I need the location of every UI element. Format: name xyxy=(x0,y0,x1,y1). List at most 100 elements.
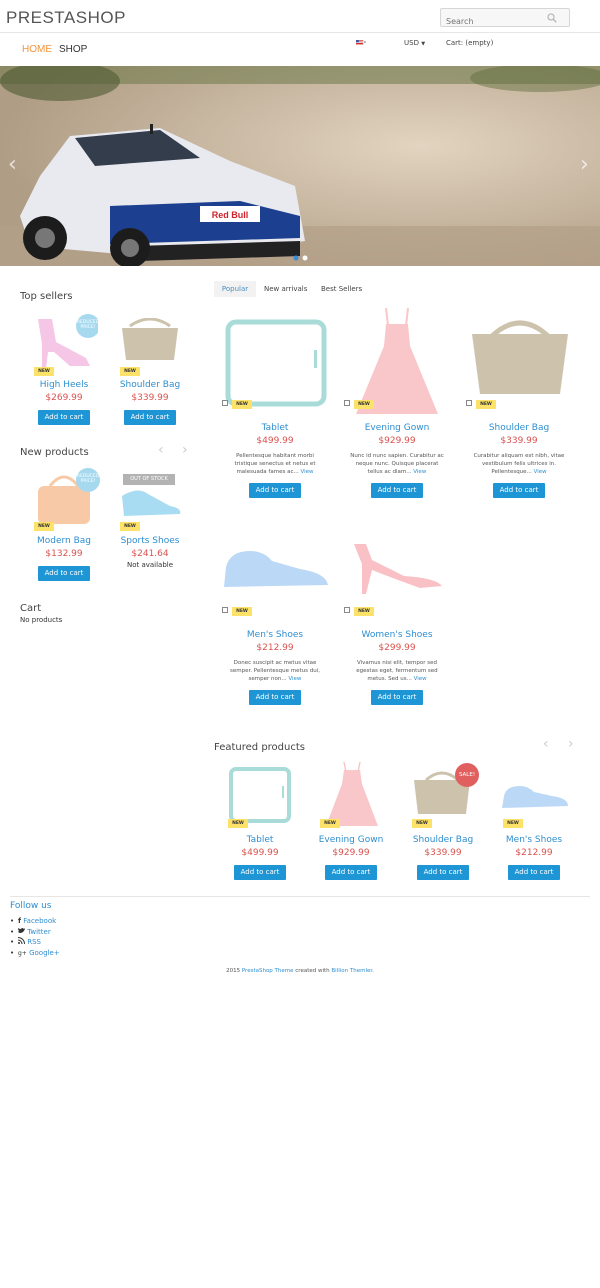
add-to-cart-button[interactable]: Add to cart xyxy=(124,410,176,425)
product-name[interactable]: High Heels xyxy=(24,380,104,390)
product-price: $929.99 xyxy=(332,848,370,858)
mens-shoes-image[interactable] xyxy=(500,782,570,812)
social-link-twitter[interactable]: • Twitter xyxy=(10,927,60,938)
reduced-price-sticker: REDUCED PRICE! xyxy=(76,474,100,484)
tablet-image[interactable] xyxy=(228,766,292,824)
compare-checkbox[interactable] xyxy=(466,400,472,406)
prev-arrow-icon[interactable]: ‹ xyxy=(158,442,164,458)
add-to-cart-button[interactable]: Add to cart xyxy=(249,690,301,705)
caret-down-icon: ▼ xyxy=(421,41,426,47)
prev-arrow-icon[interactable]: ‹ xyxy=(543,736,549,752)
add-to-cart-button[interactable]: Add to cart xyxy=(508,865,560,880)
google-plus-icon: g+ xyxy=(18,949,27,957)
compare-checkbox[interactable] xyxy=(222,607,228,613)
product-name[interactable]: Tablet xyxy=(225,423,325,433)
add-to-cart-button[interactable]: Add to cart xyxy=(371,483,423,498)
shoulder-bag-image[interactable] xyxy=(118,318,182,364)
compare-checkbox[interactable] xyxy=(344,607,350,613)
next-arrow-icon[interactable]: › xyxy=(182,442,188,458)
product-name[interactable]: Tablet xyxy=(220,835,300,845)
womens-shoes-image[interactable] xyxy=(350,540,444,596)
product-name[interactable]: Women's Shoes xyxy=(347,630,447,640)
tab-popular[interactable]: Popular xyxy=(214,281,256,297)
brand-logo[interactable]: PRESTASHOP xyxy=(6,8,126,28)
billion-themler-link[interactable]: Billion Themler xyxy=(331,968,372,974)
cart-summary[interactable]: Cart: (empty) xyxy=(446,39,493,47)
add-to-cart-button[interactable]: Add to cart xyxy=(249,483,301,498)
product-name[interactable]: Shoulder Bag xyxy=(403,835,483,845)
add-to-cart-button[interactable]: Add to cart xyxy=(38,566,90,581)
facebook-icon: f xyxy=(18,917,22,925)
language-flag-icon[interactable] xyxy=(356,40,366,46)
shoulder-bag-image[interactable] xyxy=(470,318,570,396)
tab-best-sellers[interactable]: Best Sellers xyxy=(321,281,362,297)
new-products-title: New products xyxy=(20,447,89,458)
out-of-stock-label: OUT OF STOCK xyxy=(123,474,175,485)
view-link[interactable]: View xyxy=(534,469,547,475)
product-price: $241.64 xyxy=(131,549,169,559)
social-link-google-plus[interactable]: • g+ Google+ xyxy=(10,948,60,959)
search-box xyxy=(440,8,570,30)
search-icon[interactable] xyxy=(547,13,557,23)
social-link-facebook[interactable]: • f Facebook xyxy=(10,916,60,927)
description-text: Curabitur aliquam est nibh, vitae vestib… xyxy=(473,453,565,475)
evening-gown-image[interactable] xyxy=(324,760,380,828)
new-badge: NEW xyxy=(232,400,252,409)
currency-selector[interactable]: USD ▼ xyxy=(404,39,425,47)
product-price: $499.99 xyxy=(241,848,279,858)
social-link-rss[interactable]: • RSS xyxy=(10,937,60,948)
new-badge: NEW xyxy=(34,522,54,531)
add-to-cart-button[interactable]: Add to cart xyxy=(371,690,423,705)
view-link[interactable]: View xyxy=(288,676,301,682)
slider-next-icon[interactable]: › xyxy=(580,152,589,177)
add-to-cart-button[interactable]: Add to cart xyxy=(234,865,286,880)
follow-us-title: Follow us xyxy=(10,901,52,911)
product-price: $269.99 xyxy=(45,393,83,403)
cart-block-title: Cart xyxy=(20,603,42,614)
product-name[interactable]: Men's Shoes xyxy=(494,835,574,845)
footer-credit: 2015 PrestaShop Theme created with Billi… xyxy=(0,968,600,974)
compare-checkbox[interactable] xyxy=(222,400,228,406)
hero-slider[interactable]: Red Bull ‹ › xyxy=(0,66,600,266)
product-name[interactable]: Men's Shoes xyxy=(225,630,325,640)
prestashop-theme-link[interactable]: PrestaShop Theme xyxy=(242,968,294,974)
search-input[interactable] xyxy=(441,13,541,30)
nav-home[interactable]: HOME xyxy=(22,44,52,55)
description-text: Nunc id nunc sapien. Curabitur ac neque … xyxy=(350,453,444,475)
add-to-cart-button[interactable]: Add to cart xyxy=(493,483,545,498)
product-name[interactable]: Evening Gown xyxy=(311,835,391,845)
view-link[interactable]: View xyxy=(413,469,426,475)
product-price: $212.99 xyxy=(256,643,294,653)
new-badge: NEW xyxy=(320,819,340,828)
compare-checkbox[interactable] xyxy=(344,400,350,406)
twitter-icon xyxy=(18,927,25,933)
header-divider xyxy=(0,32,600,33)
tab-new-arrivals[interactable]: New arrivals xyxy=(264,281,307,297)
product-name[interactable]: Shoulder Bag xyxy=(469,423,569,433)
reduced-price-sticker: REDUCED PRICE! xyxy=(76,320,100,330)
product-name[interactable]: Sports Shoes xyxy=(110,536,190,546)
next-arrow-icon[interactable]: › xyxy=(568,736,574,752)
mens-shoes-image[interactable] xyxy=(220,545,330,593)
add-to-cart-button[interactable]: Add to cart xyxy=(417,865,469,880)
product-name[interactable]: Modern Bag xyxy=(24,536,104,546)
new-badge: NEW xyxy=(120,367,140,376)
availability-status: Not available xyxy=(126,561,174,569)
cart-empty-text: No products xyxy=(20,616,63,624)
add-to-cart-button[interactable]: Add to cart xyxy=(325,865,377,880)
nav-shop[interactable]: SHOP xyxy=(59,44,87,55)
product-price: $339.99 xyxy=(131,393,169,403)
view-link[interactable]: View xyxy=(414,676,427,682)
view-link[interactable]: View xyxy=(300,469,313,475)
product-name[interactable]: Evening Gown xyxy=(347,423,447,433)
product-name[interactable]: Shoulder Bag xyxy=(110,380,190,390)
add-to-cart-button[interactable]: Add to cart xyxy=(38,410,90,425)
product-description: Curabitur aliquam est nibh, vitae vestib… xyxy=(472,452,566,476)
tablet-image[interactable] xyxy=(224,318,328,408)
slider-prev-icon[interactable]: ‹ xyxy=(8,152,17,177)
featured-products-title: Featured products xyxy=(214,742,305,753)
rss-icon xyxy=(17,937,25,945)
product-description: Donec suscipit ac metus vitae semper. Pe… xyxy=(228,659,322,683)
tab-label: Best Sellers xyxy=(321,285,363,293)
product-price: $339.99 xyxy=(500,436,538,446)
